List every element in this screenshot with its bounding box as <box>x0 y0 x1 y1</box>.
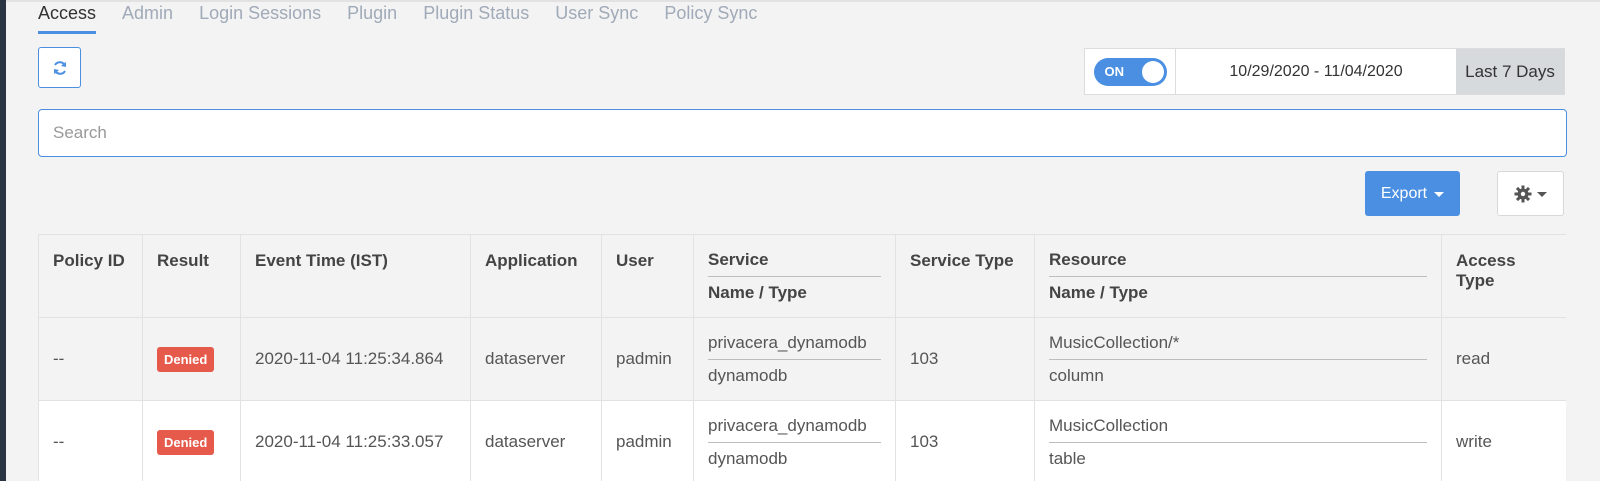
col-header-policy-id[interactable]: Policy ID <box>38 234 143 318</box>
app-sidebar-edge <box>0 0 6 481</box>
cell-access-type: write <box>1441 400 1566 481</box>
cell-service: privacera_dynamodb dynamodb <box>693 317 896 401</box>
tab-policy-sync[interactable]: Policy Sync <box>664 0 757 34</box>
cell-event-time: 2020-11-04 11:25:34.864 <box>240 317 471 401</box>
col-header-service[interactable]: Service Name / Type <box>693 234 896 318</box>
column-settings-button[interactable] <box>1497 171 1564 216</box>
tab-login-sessions[interactable]: Login Sessions <box>199 0 321 34</box>
range-preset-label[interactable]: Last 7 Days <box>1456 49 1564 94</box>
col-header-user[interactable]: User <box>601 234 694 318</box>
service-name: privacera_dynamodb <box>708 333 881 360</box>
date-range-picker[interactable]: 10/29/2020 - 11/04/2020 <box>1176 49 1456 94</box>
audit-table-container: Policy ID Result Event Time (IST) Applic… <box>38 234 1566 481</box>
service-name: privacera_dynamodb <box>708 416 881 443</box>
service-kind: dynamodb <box>708 365 788 385</box>
resource-header-bottom: Name / Type <box>1049 282 1148 302</box>
toggle-label: ON <box>1104 64 1125 79</box>
cell-resource: MusicCollection table <box>1034 400 1442 481</box>
cell-resource: MusicCollection/* column <box>1034 317 1442 401</box>
refresh-button[interactable] <box>38 47 81 88</box>
status-badge: Denied <box>157 429 215 455</box>
resource-name: MusicCollection/* <box>1049 333 1427 360</box>
tab-plugin[interactable]: Plugin <box>347 0 397 34</box>
toggle-knob <box>1141 60 1164 83</box>
audit-tabs: Access Admin Login Sessions Plugin Plugi… <box>38 0 757 36</box>
cell-access-type: read <box>1441 317 1566 401</box>
export-label: Export <box>1380 184 1428 202</box>
table-row[interactable]: -- Denied 2020-11-04 11:25:34.864 datase… <box>38 317 1566 401</box>
cell-user: padmin <box>601 317 694 401</box>
col-header-result[interactable]: Result <box>142 234 241 318</box>
col-header-service-type[interactable]: Service Type <box>895 234 1035 318</box>
toggle-container: ON <box>1085 49 1176 94</box>
date-filter: ON 10/29/2020 - 11/04/2020 Last 7 Days <box>1084 48 1565 95</box>
resource-kind: column <box>1049 365 1104 385</box>
col-header-resource[interactable]: Resource Name / Type <box>1034 234 1442 318</box>
gear-icon <box>1514 185 1532 202</box>
table-row[interactable]: -- Denied 2020-11-04 11:25:33.057 datase… <box>38 400 1566 481</box>
col-header-access-type[interactable]: Access Type <box>1441 234 1566 318</box>
cell-application: dataserver <box>470 400 602 481</box>
cell-event-time: 2020-11-04 11:25:33.057 <box>240 400 471 481</box>
tab-user-sync[interactable]: User Sync <box>555 0 638 34</box>
col-header-event-time[interactable]: Event Time (IST) <box>240 234 471 318</box>
cell-policy-id: -- <box>38 317 143 401</box>
cell-result: Denied <box>142 400 241 481</box>
date-filter-toggle[interactable]: ON <box>1093 57 1167 86</box>
audit-table: Policy ID Result Event Time (IST) Applic… <box>38 234 1566 481</box>
col-header-application[interactable]: Application <box>470 234 602 318</box>
cell-application: dataserver <box>470 317 602 401</box>
search-input[interactable] <box>38 109 1567 157</box>
resource-name: MusicCollection <box>1049 416 1427 443</box>
service-header-bottom: Name / Type <box>708 282 807 302</box>
cell-user: padmin <box>601 400 694 481</box>
service-kind: dynamodb <box>708 448 788 468</box>
tab-admin[interactable]: Admin <box>122 0 173 34</box>
cell-service: privacera_dynamodb dynamodb <box>693 400 896 481</box>
service-header-top: Service <box>708 250 881 277</box>
export-button[interactable]: Export <box>1365 171 1460 216</box>
status-badge: Denied <box>157 346 215 372</box>
tab-plugin-status[interactable]: Plugin Status <box>423 0 529 34</box>
cell-policy-id: -- <box>38 400 143 481</box>
chevron-down-icon <box>1537 192 1547 197</box>
cell-service-type: 103 <box>895 317 1035 401</box>
chevron-down-icon <box>1434 192 1445 197</box>
table-header-row: Policy ID Result Event Time (IST) Applic… <box>38 234 1566 318</box>
resource-header-top: Resource <box>1049 250 1427 277</box>
refresh-icon <box>53 60 66 75</box>
cell-result: Denied <box>142 317 241 401</box>
tab-access[interactable]: Access <box>38 0 97 34</box>
cell-service-type: 103 <box>895 400 1035 481</box>
resource-kind: table <box>1049 448 1086 468</box>
